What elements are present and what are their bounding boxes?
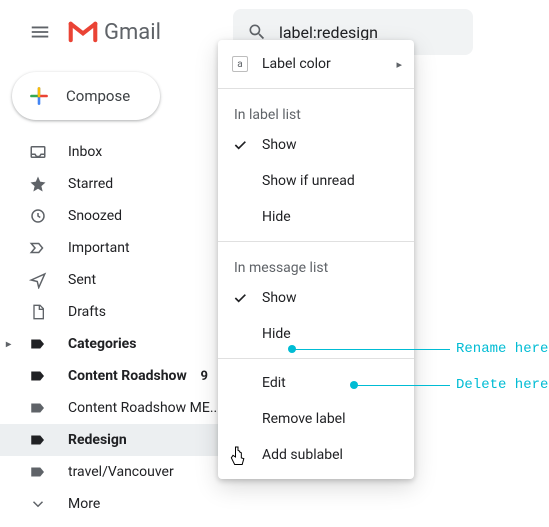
menu-remove-label[interactable]: Remove label (218, 401, 414, 437)
annotation-rename: Rename here (456, 341, 548, 357)
sidebar-label: Drafts (68, 304, 106, 320)
label-icon (28, 398, 48, 418)
menu-divider (218, 358, 414, 359)
sent-icon (28, 270, 48, 290)
label-icon (28, 430, 48, 450)
annotation-delete: Delete here (456, 377, 548, 393)
sidebar-label: Important (68, 240, 130, 256)
menu-divider (218, 241, 414, 242)
search-icon (247, 22, 267, 42)
clock-icon (28, 206, 48, 226)
star-icon (28, 174, 48, 194)
sidebar-label: Inbox (68, 144, 102, 160)
gmail-m-icon (68, 21, 98, 43)
menu-show-label-list[interactable]: Show (218, 127, 414, 163)
product-name: Gmail (104, 20, 161, 45)
expand-caret-icon[interactable]: ▸ (6, 339, 11, 350)
annotation-line (354, 385, 450, 386)
menu-item-label: Hide (262, 209, 291, 225)
menu-add-sublabel[interactable]: Add sublabel (218, 437, 414, 473)
sidebar-label: Content Roadshow (68, 368, 187, 384)
menu-hide-message-list[interactable]: Hide (218, 316, 414, 352)
menu-item-label: Label color (262, 56, 331, 72)
unread-count: 9 (201, 369, 208, 384)
sidebar-label: Categories (68, 336, 136, 352)
plus-icon (26, 83, 52, 109)
sidebar-label: More (68, 496, 100, 512)
gmail-logo[interactable]: Gmail (68, 20, 161, 45)
sidebar-label: Content Roadshow ME... (68, 400, 221, 416)
drafts-icon (28, 302, 48, 322)
menu-item-label: Show (262, 290, 297, 306)
menu-hide-label-list[interactable]: Hide (218, 199, 414, 235)
label-context-menu: a Label color ▸ In label list Show Show … (218, 40, 414, 479)
sidebar-label: travel/Vancouver (68, 464, 174, 480)
check-icon (232, 290, 262, 306)
label-icon (28, 462, 48, 482)
menu-item-label: Remove label (262, 411, 346, 427)
color-swatch-icon: a (232, 56, 262, 72)
inbox-icon (28, 142, 48, 162)
menu-item-label: Add sublabel (262, 447, 343, 463)
hamburger-icon (29, 21, 51, 43)
menu-section-label-list: In label list (218, 95, 414, 127)
menu-show-if-unread[interactable]: Show if unread (218, 163, 414, 199)
chevron-down-icon (28, 494, 48, 514)
search-value: label:redesign (279, 23, 378, 42)
sidebar-label: Starred (68, 176, 113, 192)
menu-divider (218, 88, 414, 89)
check-icon (232, 137, 262, 153)
menu-item-label: Hide (262, 326, 291, 342)
menu-show-message-list[interactable]: Show (218, 280, 414, 316)
chevron-right-icon: ▸ (396, 58, 402, 71)
sidebar-label: Redesign (68, 432, 127, 448)
menu-edit[interactable]: Edit (218, 365, 414, 401)
sidebar-label: Snoozed (68, 208, 122, 224)
menu-label-color[interactable]: a Label color ▸ (218, 46, 414, 82)
menu-section-message-list: In message list (218, 248, 414, 280)
compose-button[interactable]: Compose (12, 72, 160, 120)
important-icon (28, 238, 48, 258)
label-icon (28, 334, 48, 354)
sidebar-item-more[interactable]: More (0, 488, 256, 520)
main-menu-icon[interactable] (16, 8, 64, 56)
sidebar-label: Sent (68, 272, 96, 288)
menu-item-label: Show (262, 137, 297, 153)
label-icon (28, 366, 48, 386)
annotation-line (292, 349, 450, 350)
menu-item-label: Show if unread (262, 173, 355, 189)
menu-item-label: Edit (262, 375, 286, 391)
compose-label: Compose (66, 87, 130, 105)
